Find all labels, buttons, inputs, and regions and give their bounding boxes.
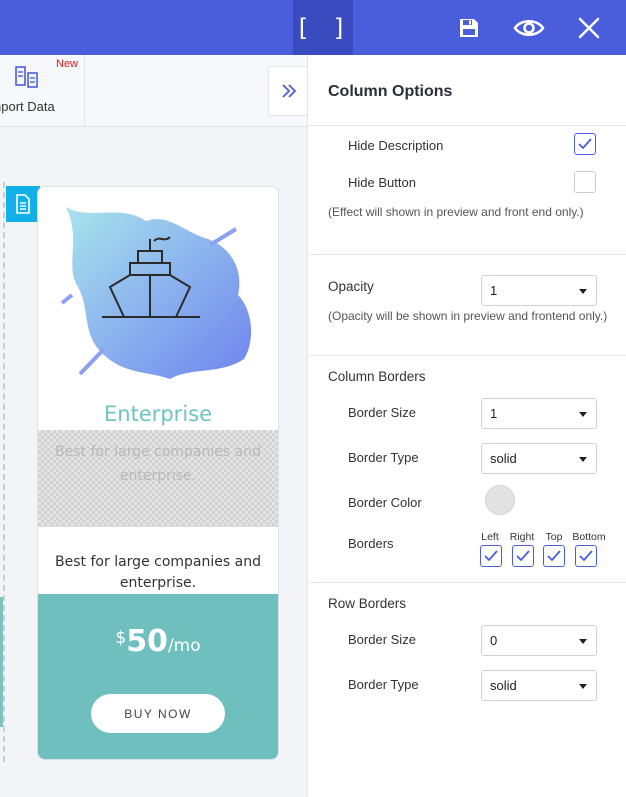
collapse-panel-button[interactable] xyxy=(268,66,308,116)
plan-title: Enterprise xyxy=(103,402,213,426)
plan-description: Best for large companies and enterprise. xyxy=(55,554,261,591)
column-options-panel: Column Options Hide Description Hide But… xyxy=(307,55,626,797)
row-border-size-label: Border Size xyxy=(348,632,416,647)
row-border-size-value: 0 xyxy=(490,633,498,648)
double-chevron-right-icon xyxy=(281,84,296,98)
column-border-size-label: Border Size xyxy=(348,405,416,420)
import-data-icon xyxy=(15,66,38,88)
chevron-down-icon xyxy=(579,289,587,294)
hide-button-label: Hide Button xyxy=(348,175,416,190)
column-border-type-value: solid xyxy=(490,451,517,466)
close-icon xyxy=(578,17,600,38)
column-guide xyxy=(3,182,6,762)
panel-title: Column Options xyxy=(328,83,453,100)
row-border-type-select[interactable]: solid xyxy=(481,670,597,701)
price-currency: $ xyxy=(115,628,127,648)
border-bottom-checkbox[interactable] xyxy=(575,545,597,567)
edit-column-button[interactable] xyxy=(6,186,40,222)
price-block: $50/mo BUY NOW xyxy=(38,594,278,759)
opacity-select[interactable]: 1 xyxy=(481,275,597,306)
opacity-label: Opacity xyxy=(328,279,374,294)
document-icon xyxy=(16,194,30,214)
builder-toolstrip: New nport Data xyxy=(0,55,307,127)
check-icon xyxy=(578,138,592,150)
eye-icon xyxy=(513,19,545,36)
hidden-description-text: Best for large companies and enterprise. xyxy=(55,444,261,484)
brackets-button[interactable]: [ ] xyxy=(293,0,353,55)
section-divider xyxy=(308,355,626,356)
row-border-size-select[interactable]: 0 xyxy=(481,625,597,656)
border-color-picker[interactable] xyxy=(485,485,515,515)
check-icon xyxy=(547,550,561,562)
border-right-checkbox[interactable] xyxy=(512,545,534,567)
row-border-type-label: Border Type xyxy=(348,677,419,692)
panel-header: Column Options xyxy=(308,55,626,126)
borders-label: Borders xyxy=(348,536,394,551)
brackets-icon: [ ] xyxy=(295,13,351,42)
save-button[interactable] xyxy=(448,0,490,55)
top-toolbar: [ ] xyxy=(0,0,626,55)
price-amount: 50 xyxy=(126,624,168,659)
border-left-checkbox[interactable] xyxy=(480,545,502,567)
border-bottom-label: Bottom xyxy=(572,531,606,543)
hide-button-checkbox[interactable] xyxy=(574,171,596,193)
hidden-description-placeholder: Best for large companies and enterprise. xyxy=(38,430,278,527)
new-badge: New xyxy=(56,58,79,70)
column-border-size-select[interactable]: 1 xyxy=(481,398,597,429)
row-borders-title: Row Borders xyxy=(328,596,407,611)
ship-illustration xyxy=(60,207,252,379)
pricing-column[interactable]: Enterprise Best for large companies and … xyxy=(37,186,279,760)
column-border-size-value: 1 xyxy=(490,406,498,421)
row-border-type-value: solid xyxy=(490,678,517,693)
check-icon xyxy=(516,550,530,562)
column-borders-title: Column Borders xyxy=(328,369,426,384)
opacity-value: 1 xyxy=(490,283,498,298)
column-guide-accent xyxy=(0,597,3,727)
buy-now-button[interactable]: BUY NOW xyxy=(91,694,225,733)
border-top-checkbox[interactable] xyxy=(543,545,565,567)
column-border-type-label: Border Type xyxy=(348,450,419,465)
plan-price: $50/mo xyxy=(38,624,278,659)
check-icon xyxy=(579,550,593,562)
check-icon xyxy=(484,550,498,562)
section-divider xyxy=(308,582,626,583)
import-data-label: nport Data xyxy=(0,99,55,114)
column-border-type-select[interactable]: solid xyxy=(481,443,597,474)
chevron-down-icon xyxy=(579,457,587,462)
border-top-label: Top xyxy=(545,531,563,543)
border-right-label: Right xyxy=(509,531,535,543)
hide-description-checkbox[interactable] xyxy=(574,133,596,155)
preview-button[interactable] xyxy=(508,0,550,55)
save-icon xyxy=(460,18,478,37)
hide-description-label: Hide Description xyxy=(348,138,444,153)
import-data-button[interactable]: New nport Data xyxy=(0,55,85,127)
close-button[interactable] xyxy=(568,0,610,55)
price-period: /mo xyxy=(167,636,201,656)
chevron-down-icon xyxy=(579,412,587,417)
chevron-down-icon xyxy=(579,639,587,644)
opacity-note: (Opacity will be shown in preview and fr… xyxy=(328,309,608,323)
effect-note: (Effect will shown in preview and front … xyxy=(328,205,584,219)
chevron-down-icon xyxy=(579,684,587,689)
column-border-color-label: Border Color xyxy=(348,495,422,510)
section-divider xyxy=(308,254,626,255)
border-left-label: Left xyxy=(481,531,499,543)
